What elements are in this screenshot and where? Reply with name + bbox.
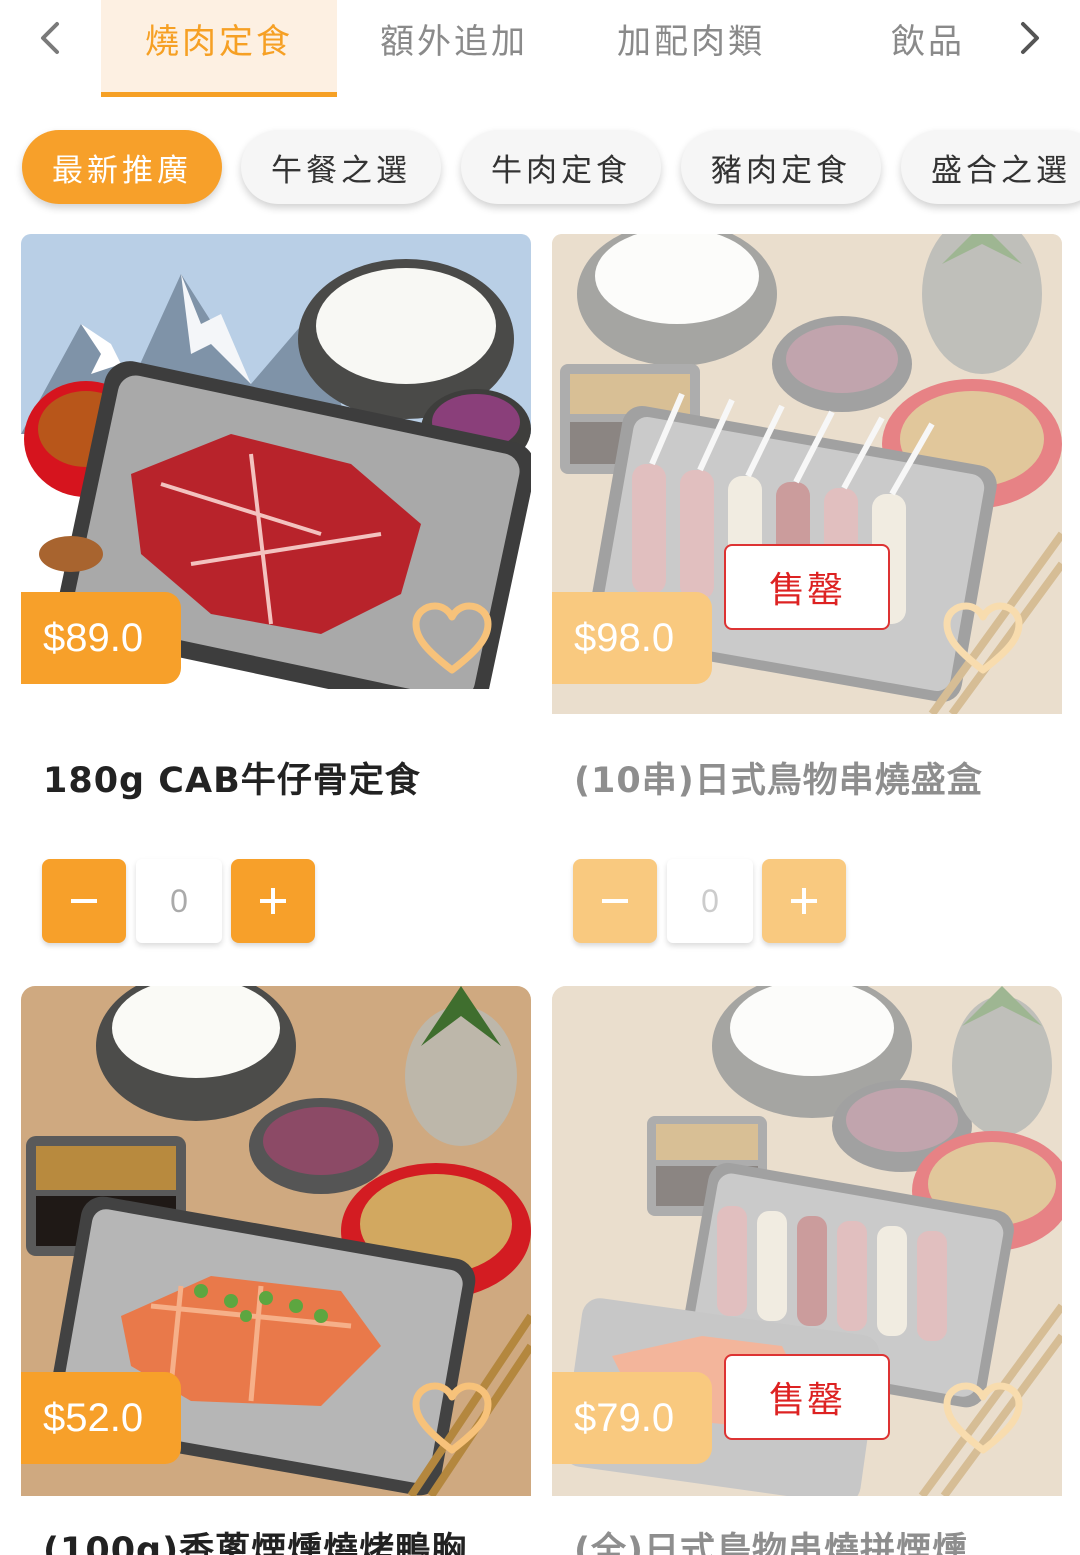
decrement-button[interactable] [573, 859, 657, 943]
product-card[interactable]: $89.0 180g CAB牛仔骨定食 0 [21, 234, 531, 970]
increment-button[interactable] [762, 859, 846, 943]
quantity-stepper: 0 [42, 859, 316, 945]
tab-scroll-left-button[interactable] [20, 8, 80, 68]
quantity-stepper: 0 [573, 859, 847, 945]
quantity-value[interactable]: 0 [136, 859, 222, 943]
tab-extra-add[interactable]: 額外追加 [345, 0, 563, 97]
heart-outline-icon [943, 602, 1023, 674]
quantity-value[interactable]: 0 [667, 859, 753, 943]
pill-beef-set[interactable]: 牛肉定食 [461, 130, 661, 204]
price-tag: $98.0 [552, 592, 712, 684]
favorite-button[interactable] [942, 1382, 1024, 1456]
tab-scroll-right-button[interactable] [1000, 8, 1060, 68]
product-card[interactable]: $52.0 (100g)香蔥煙燻燒烤鴨胸 [21, 986, 531, 1555]
chevron-right-icon [1021, 22, 1039, 54]
increment-button[interactable] [231, 859, 315, 943]
subcategory-pill-row: 最新推廣 午餐之選 牛肉定食 豬肉定食 盛合之選 [0, 120, 1080, 215]
pill-latest-promo[interactable]: 最新推廣 [22, 130, 222, 204]
favorite-button[interactable] [942, 602, 1024, 676]
pill-lunch-choice[interactable]: 午餐之選 [241, 130, 441, 204]
product-card[interactable]: 售罄 $79.0 (全)日式鳥物串燒拼煙燻 [552, 986, 1062, 1555]
product-name: 180g CAB牛仔骨定食 [43, 761, 421, 801]
price-tag: $52.0 [21, 1372, 181, 1464]
plus-icon [260, 888, 286, 914]
chevron-left-icon [41, 22, 59, 54]
heart-outline-icon [943, 1382, 1023, 1454]
pill-platter-choice[interactable]: 盛合之選 [901, 130, 1080, 204]
tab-yakiniku-set[interactable]: 燒肉定食 [101, 0, 337, 97]
plus-icon [791, 888, 817, 914]
price-tag: $79.0 [552, 1372, 712, 1464]
favorite-button[interactable] [411, 1382, 493, 1456]
product-name: (全)日式鳥物串燒拼煙燻 [574, 1531, 968, 1555]
pill-pork-set[interactable]: 豬肉定食 [681, 130, 881, 204]
product-card[interactable]: 售罄 $98.0 (10串)日式鳥物串燒盛盒 0 [552, 234, 1062, 970]
sold-out-badge: 售罄 [724, 544, 890, 630]
favorite-button[interactable] [411, 602, 493, 676]
decrement-button[interactable] [42, 859, 126, 943]
product-name: (100g)香蔥煙燻燒烤鴨胸 [43, 1531, 468, 1555]
price-tag: $89.0 [21, 592, 181, 684]
tab-add-meat[interactable]: 加配肉類 [585, 0, 797, 97]
tab-drinks[interactable]: 飲品 [860, 0, 996, 97]
heart-outline-icon [412, 602, 492, 674]
sold-out-badge: 售罄 [724, 1354, 890, 1440]
category-tab-bar: 燒肉定食 額外追加 加配肉類 飲品 [0, 0, 1080, 100]
product-name: (10串)日式鳥物串燒盛盒 [574, 761, 983, 801]
heart-outline-icon [412, 1382, 492, 1454]
minus-icon [71, 899, 97, 903]
minus-icon [602, 899, 628, 903]
